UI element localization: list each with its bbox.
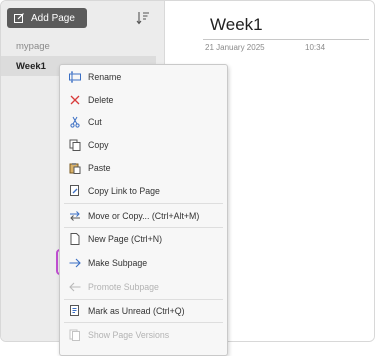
menu-separator: [64, 322, 223, 323]
menu-item-delete[interactable]: Delete: [60, 90, 227, 110]
rename-icon: [68, 70, 82, 84]
menu-item-copy[interactable]: Copy: [60, 135, 227, 155]
page-date: 21 January 2025: [205, 43, 265, 52]
page-item-label: Week1: [16, 60, 46, 72]
menu-item-rename[interactable]: Rename: [60, 67, 227, 87]
menu-item-mark-unread[interactable]: Mark as Unread (Ctrl+Q): [60, 301, 227, 321]
sort-icon: [136, 12, 149, 25]
sort-button[interactable]: [134, 9, 152, 27]
arrow-right-icon: [68, 256, 82, 270]
add-page-icon: [14, 12, 24, 23]
menu-separator: [64, 203, 223, 204]
mark-unread-icon: [68, 304, 82, 318]
new-page-icon: [68, 232, 82, 246]
delete-x-icon: [68, 93, 82, 107]
link-page-icon: [68, 184, 82, 198]
title-underline: [203, 39, 369, 40]
page-item-label: mypage: [16, 40, 50, 52]
menu-item-show-page-versions: Show Page Versions: [60, 325, 227, 345]
move-icon: [68, 209, 82, 223]
menu-item-paste[interactable]: Paste: [60, 158, 227, 178]
menu-item-move-or-copy[interactable]: Move or Copy... (Ctrl+Alt+M): [60, 206, 227, 226]
page-item-mypage[interactable]: mypage: [1, 36, 156, 56]
page-title[interactable]: Week1: [210, 15, 263, 35]
menu-item-promote-subpage: Promote Subpage: [60, 277, 227, 297]
menu-item-cut[interactable]: Cut: [60, 112, 227, 132]
menu-item-copy-link[interactable]: Copy Link to Page: [60, 181, 227, 201]
page-versions-icon: [68, 328, 82, 342]
scissors-icon: [68, 115, 82, 129]
arrow-left-icon: [68, 280, 82, 294]
menu-item-make-subpage[interactable]: Make Subpage: [60, 253, 227, 273]
menu-item-new-page[interactable]: New Page (Ctrl+N): [60, 229, 227, 249]
paste-icon: [68, 161, 82, 175]
page-time: 10:34: [305, 43, 326, 52]
menu-separator: [64, 299, 223, 300]
menu-separator: [64, 227, 223, 228]
page-context-menu: Rename Delete Cut Copy Paste Copy Link t…: [59, 64, 228, 356]
add-page-button[interactable]: Add Page: [7, 8, 87, 28]
add-page-label: Add Page: [31, 12, 75, 24]
copy-icon: [68, 138, 82, 152]
